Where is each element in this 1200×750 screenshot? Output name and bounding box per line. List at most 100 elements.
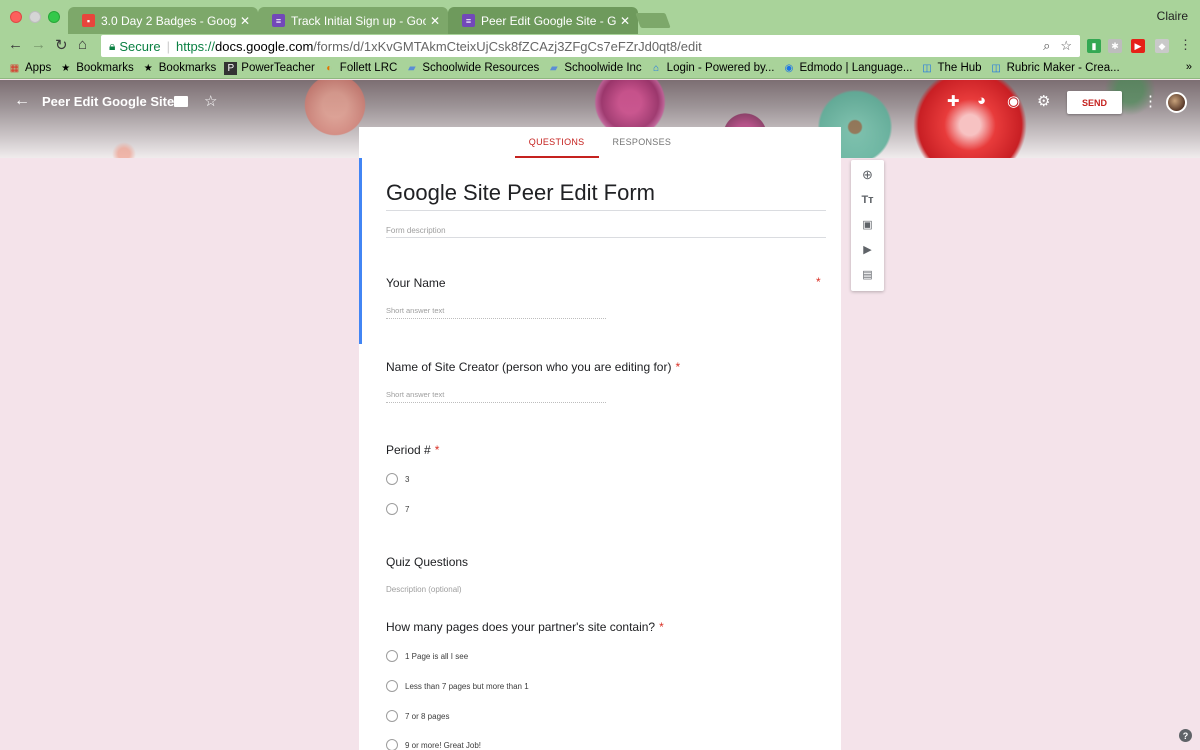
settings-gear-icon[interactable]: ⚙ (1037, 92, 1050, 110)
bookmark-item[interactable]: ◫ Rubric Maker - Crea... (990, 62, 1119, 75)
more-options-icon[interactable]: ⋮ (1143, 92, 1158, 110)
browser-tab-strip: ▪ 3.0 Day 2 Badges - Google Dr ✕ ≡ Track… (0, 0, 1200, 34)
required-asterisk: * (434, 443, 440, 457)
tab-responses[interactable]: RESPONSES (599, 127, 686, 158)
bookmark-item[interactable]: ◐ Follett LRC (323, 62, 398, 75)
tab-title: 3.0 Day 2 Badges - Google Dr (101, 13, 236, 28)
back-arrow-icon[interactable]: ← (14, 92, 30, 110)
bookmark-item[interactable]: ◉ Edmodo | Language... (783, 62, 913, 75)
extension-icon[interactable]: ✱ (1108, 39, 1122, 53)
form-description-input[interactable]: Form description (386, 226, 446, 235)
bookmark-star-icon[interactable]: ☆ (1060, 38, 1072, 54)
active-item-indicator (359, 158, 362, 344)
section-title[interactable]: Quiz Questions (386, 555, 468, 569)
youtube-extension-icon[interactable]: ▶ (1131, 39, 1145, 53)
decorative-flower (110, 140, 138, 158)
send-button[interactable]: SEND (1067, 91, 1122, 114)
radio-option[interactable]: 7 or 8 pages (386, 710, 449, 722)
browser-tab[interactable]: ▪ 3.0 Day 2 Badges - Google Dr ✕ (68, 7, 258, 34)
section-icon[interactable]: ▤ (861, 268, 874, 281)
bookmark-item[interactable]: ★ Bookmarks (142, 62, 217, 75)
menu-icon[interactable]: ⋮ (1179, 37, 1192, 53)
close-tab-icon[interactable]: ✕ (620, 14, 630, 28)
minimize-window-button[interactable] (29, 11, 41, 23)
option-label: 9 or more! Great Job! (405, 740, 482, 750)
url-protocol: https:// (175, 38, 216, 54)
addons-icon[interactable]: ✚ (947, 92, 960, 110)
palette-icon[interactable]: ◕ (977, 92, 986, 109)
radio-button[interactable] (386, 503, 398, 515)
back-icon[interactable]: ← (8, 36, 23, 53)
tab-title: Peer Edit Google Site - Google (481, 13, 616, 28)
radio-button[interactable] (386, 710, 398, 722)
radio-button[interactable] (386, 650, 398, 662)
add-question-icon[interactable]: ⊕ (861, 167, 874, 182)
help-icon[interactable]: ? (1179, 729, 1192, 742)
tab-questions[interactable]: QUESTIONS (514, 127, 599, 158)
reload-icon[interactable]: ↻ (55, 36, 68, 54)
forward-icon[interactable]: → (31, 36, 46, 53)
title-text-icon[interactable]: Tт (861, 193, 874, 206)
new-tab-button[interactable] (635, 13, 671, 28)
required-asterisk: * (675, 360, 681, 374)
url-path: /forms/d/1xKvGMTAkmCteixUjCsk8fZCAzj3ZFg… (313, 38, 702, 54)
form-document-title[interactable]: Peer Edit Google Site (42, 94, 174, 109)
lock-icon: 🔒︎ (109, 38, 116, 53)
radio-option[interactable]: 3 (386, 473, 409, 485)
image-icon[interactable]: ▣ (861, 218, 874, 231)
preview-eye-icon[interactable]: ◉ (1007, 92, 1020, 110)
more-bookmarks-icon[interactable]: » (1186, 61, 1192, 73)
decorative-flower (890, 80, 1050, 158)
search-icon[interactable]: ⌕ (1043, 38, 1050, 54)
question-title[interactable]: Name of Site Creator (person who you are… (386, 360, 680, 374)
radio-button[interactable] (386, 739, 398, 750)
bookmark-item[interactable]: ⌂ Login - Powered by... (650, 62, 774, 75)
option-label: Less than 7 pages but more than 1 (405, 681, 529, 691)
question-title[interactable]: Your Name (386, 276, 446, 290)
bookmark-item[interactable]: ▰ Schoolwide Resources (405, 62, 539, 75)
star-icon: ★ (143, 62, 153, 74)
bookmark-item[interactable]: P PowerTeacher (224, 61, 315, 75)
google-forms-icon: ≡ (272, 14, 285, 27)
form-title[interactable]: Google Site Peer Edit Form (386, 180, 655, 206)
radio-button[interactable] (386, 680, 398, 692)
radio-option[interactable]: 9 or more! Great Job! (386, 739, 481, 750)
question-title[interactable]: How many pages does your partner's site … (386, 620, 664, 634)
google-slides-icon: ▪ (82, 14, 95, 27)
close-window-button[interactable] (10, 11, 22, 23)
bookmark-label: Follett LRC (339, 62, 398, 74)
address-bar[interactable]: 🔒︎ Secure | https://docs.google.com/form… (101, 35, 1080, 57)
browser-tab-active[interactable]: ≡ Peer Edit Google Site - Google ✕ (448, 7, 638, 34)
section-description[interactable]: Description (optional) (386, 585, 462, 594)
apps-grid-icon: ▦ (9, 62, 20, 74)
avatar[interactable] (1166, 92, 1187, 113)
home-icon[interactable]: ⌂ (78, 36, 87, 53)
option-label: 1 Page is all I see (405, 651, 469, 661)
login-icon: ⌂ (653, 62, 660, 74)
browser-tab[interactable]: ≡ Track Initial Sign up - Google F ✕ (258, 7, 448, 34)
bookmark-item[interactable]: ★ Bookmarks (59, 62, 134, 75)
question-title[interactable]: Period # * (386, 443, 439, 457)
radio-option[interactable]: 7 (386, 503, 409, 515)
radio-option[interactable]: Less than 7 pages but more than 1 (386, 680, 529, 692)
close-tab-icon[interactable]: ✕ (240, 14, 250, 28)
option-label: 3 (405, 474, 410, 484)
bookmark-item[interactable]: ◫ The Hub (920, 62, 981, 75)
folder-icon[interactable] (174, 96, 188, 107)
short-answer-field: Short answer text (386, 306, 606, 319)
edmodo-icon: ◉ (784, 62, 794, 74)
video-icon[interactable]: ▶ (861, 243, 874, 256)
star-icon[interactable]: ☆ (204, 92, 217, 110)
extension-icon[interactable]: ▮ (1087, 39, 1101, 53)
bookmark-label: Schoolwide Resources (422, 62, 540, 74)
required-asterisk: * (816, 275, 821, 289)
extension-icon[interactable]: ◆ (1155, 39, 1169, 53)
bookmark-item[interactable]: ▰ Schoolwide Inc (547, 62, 642, 75)
radio-button[interactable] (386, 473, 398, 485)
bookmark-item[interactable]: ▦ Apps (8, 62, 51, 75)
close-tab-icon[interactable]: ✕ (430, 14, 440, 28)
profile-name[interactable]: Claire (1157, 9, 1188, 23)
secure-label: Secure (119, 38, 161, 54)
maximize-window-button[interactable] (48, 11, 60, 23)
radio-option[interactable]: 1 Page is all I see (386, 650, 468, 662)
